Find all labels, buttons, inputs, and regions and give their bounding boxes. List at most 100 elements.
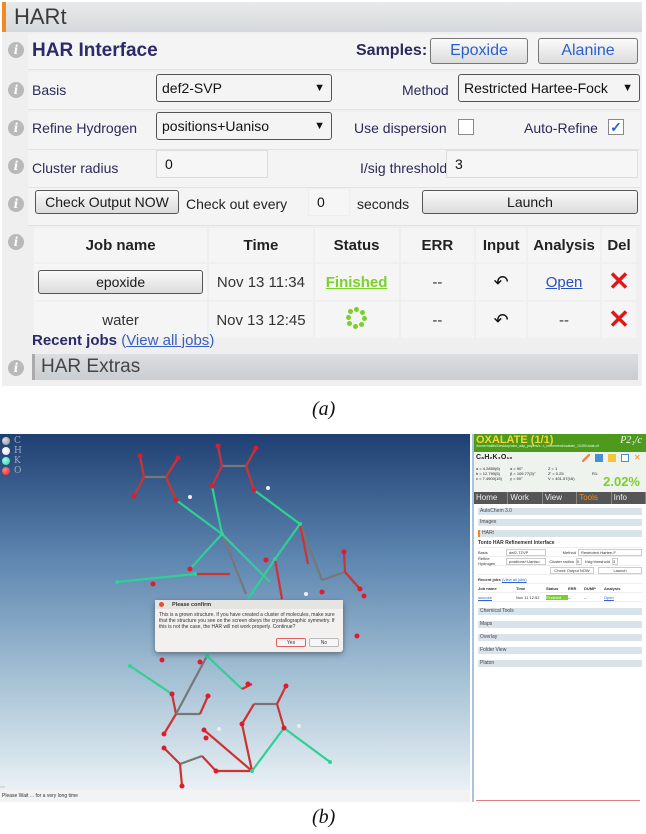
job-analysis-cell: Open — [528, 264, 601, 300]
molecule-viewer[interactable]: C H K O Please confirm This is a grown s… — [0, 434, 470, 790]
atom — [298, 522, 302, 526]
section-folder-view[interactable]: Folder View — [478, 647, 642, 654]
mini-basis-select[interactable]: def2-TZVP — [506, 548, 546, 556]
isig-label: I/sig threshold — [360, 160, 448, 176]
sample-epoxide-button[interactable]: Epoxide — [430, 38, 528, 64]
yes-button[interactable]: Yes — [276, 638, 306, 647]
sample-alanine-button[interactable]: Alanine — [538, 38, 638, 64]
basis-select[interactable]: def2-SVP ▼ — [156, 74, 332, 102]
dispersion-label: Use dispersion — [354, 120, 447, 136]
chevron-down-icon: ▼ — [314, 82, 325, 94]
reply-arrow-icon[interactable]: ↶ — [494, 272, 509, 292]
tab-view[interactable]: View — [543, 492, 578, 504]
dialog-titlebar: Please confirm — [155, 600, 343, 609]
mini-cluster-label: Cluster radius — [549, 558, 574, 564]
status-finished-link[interactable]: Finished — [326, 274, 388, 291]
info-icon[interactable]: i — [8, 120, 24, 136]
col-job-name: Job name — [34, 228, 208, 262]
mini-refine-select[interactable]: positions+Uaniso — [506, 557, 546, 565]
har-extras-header[interactable]: HAR Extras — [32, 354, 638, 380]
mini-isig-label: I/sig threshold — [585, 558, 610, 564]
job-epoxide-button[interactable]: epoxide — [38, 270, 204, 294]
mini-method-select[interactable]: Restricted Hartee-F — [578, 548, 642, 556]
atom — [175, 455, 181, 461]
edit-icon[interactable] — [595, 454, 603, 462]
mini-refine-label: Refine Hydrogen — [478, 556, 496, 566]
close-icon[interactable] — [159, 602, 164, 607]
section-hart[interactable]: HARt — [478, 530, 642, 537]
mini-method-label: Method — [562, 549, 576, 555]
section-overlay[interactable]: Overlay — [478, 634, 642, 641]
r-label: R1: — [592, 471, 599, 476]
command-prompt[interactable]: >> — [0, 784, 5, 789]
job-del-cell: ✕ — [602, 264, 636, 300]
mini-job-link[interactable]: sucrose — [478, 595, 516, 600]
launch-button[interactable]: Launch — [422, 190, 638, 214]
dispersion-checkbox[interactable] — [458, 119, 474, 135]
delete-x-icon[interactable]: ✕ — [608, 304, 630, 334]
info-icon[interactable]: i — [8, 234, 24, 250]
bond — [189, 533, 223, 570]
info-icon[interactable]: i — [8, 42, 24, 58]
formula: C₈H₂K₄O₁₆ — [476, 454, 513, 461]
section-chemical-tools[interactable]: Chemical Tools — [478, 608, 642, 615]
hart-section-header[interactable]: HARt — [2, 2, 642, 32]
atom — [245, 681, 251, 687]
bond — [163, 713, 177, 735]
method-select[interactable]: Restricted Hartee-Fock ▼ — [458, 74, 640, 102]
mini-recent-row: Recent jobs (View all jobs) — [478, 575, 642, 584]
bond — [179, 754, 203, 766]
tab-info[interactable]: Info — [612, 492, 646, 504]
mini-isig-input[interactable]: 3 — [612, 557, 618, 565]
check-interval-input[interactable]: 0 — [308, 188, 350, 216]
atom — [203, 735, 209, 741]
autorefine-checkbox[interactable]: ✓ — [608, 119, 624, 135]
mini-check-button[interactable]: Check Output NOW — [550, 566, 594, 574]
mini-col: DUMP — [584, 585, 596, 591]
document-icon[interactable] — [621, 454, 629, 462]
atom — [297, 724, 301, 728]
mini-cell: -- — [568, 594, 571, 600]
cluster-radius-input[interactable]: 0 — [156, 150, 268, 178]
check-output-now-button[interactable]: Check Output NOW — [35, 190, 179, 214]
pencil-icon[interactable] — [582, 454, 590, 462]
bond — [251, 727, 285, 772]
structure-info: C₈H₂K₄O₁₆ ✕ a = 4.2850(6) b = 12.790(5) … — [474, 452, 646, 492]
info-icon[interactable]: i — [8, 158, 24, 174]
no-button[interactable]: No — [309, 638, 339, 647]
info-icon[interactable]: i — [8, 360, 24, 376]
atom — [205, 693, 211, 699]
view-all-jobs-link[interactable]: View all jobs — [126, 332, 209, 349]
atom — [273, 557, 277, 561]
mini-col: ERR — [568, 585, 577, 591]
atom — [250, 769, 254, 773]
close-structure-icon[interactable]: ✕ — [634, 454, 642, 462]
job-err: -- — [400, 302, 475, 338]
job-time: Nov 13 11:34 — [209, 264, 313, 300]
delete-x-icon[interactable]: ✕ — [608, 266, 630, 296]
job-name-cell: epoxide — [34, 264, 208, 300]
tab-home[interactable]: Home — [474, 492, 509, 504]
atom — [251, 487, 257, 493]
mini-open-link[interactable]: Open — [604, 595, 626, 600]
refine-hydrogen-select[interactable]: positions+Uaniso ▼ — [156, 112, 332, 140]
isig-input[interactable]: 3 — [446, 150, 638, 178]
open-analysis-link[interactable]: Open — [546, 274, 583, 291]
mini-table-header: Job name Time Status ERR DUMP Analysis — [478, 584, 642, 593]
folder-icon[interactable] — [608, 454, 616, 462]
dialog-message: This is a grown structure. If you have c… — [159, 612, 335, 630]
tab-work[interactable]: Work — [508, 492, 543, 504]
section-autochem[interactable]: AutoChem 3.0 — [478, 508, 642, 515]
reply-arrow-icon[interactable]: ↶ — [494, 310, 509, 330]
info-icon[interactable]: i — [8, 82, 24, 98]
info-icon[interactable]: i — [8, 196, 24, 212]
section-platon[interactable]: Platon — [478, 660, 642, 667]
space-group: P2₁/c — [620, 435, 642, 446]
bond — [220, 533, 248, 595]
tab-tools[interactable]: Tools — [577, 492, 612, 504]
toolbar: ✕ — [582, 454, 642, 462]
section-images[interactable]: Images — [478, 519, 642, 526]
mini-view-all-link[interactable]: (View all jobs) — [502, 577, 527, 582]
section-maps[interactable]: Maps — [478, 621, 642, 628]
mini-launch-button[interactable]: Launch — [598, 566, 642, 574]
